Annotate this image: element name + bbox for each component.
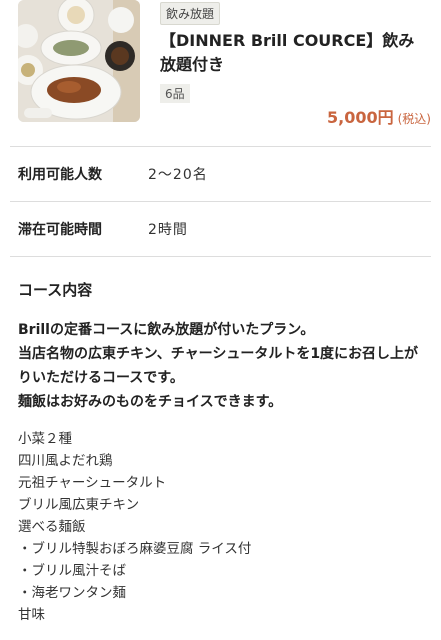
menu-item: 元祖チャーシュータルト: [18, 475, 167, 491]
description-line: 当店名物の広東チキン、チャーシュータルトを1度にお召し上がりいただけるコースです…: [18, 346, 419, 386]
party-size-label: 利用可能人数: [18, 167, 102, 183]
divider: [10, 256, 431, 257]
tax-note: (税込): [397, 112, 431, 126]
menu-list: 小菜２種 四川風よだれ鶏 元祖チャーシュータルト ブリル風広東チキン 選べる麺飯…: [18, 428, 431, 626]
stay-time-value: 2時間: [148, 222, 188, 238]
menu-item: ・ブリル風汁そば: [18, 563, 126, 579]
description-line: 麺飯はお好みのものをチョイスできます。: [18, 394, 283, 410]
info-row-party-size: 利用可能人数 2〜20名: [0, 147, 441, 201]
menu-item: ・海老ワンタン麺: [18, 585, 126, 601]
course-price: 5,000円 (税込): [327, 104, 431, 128]
course-contents-section: コース内容 Brillの定番コースに飲み放題が付いたプラン。 当店名物の広東チキ…: [0, 279, 441, 626]
menu-item: ・ブリル特製おぼろ麻婆豆腐 ライス付: [18, 541, 252, 557]
menu-item: 小菜２種: [18, 431, 72, 447]
party-size-value: 2〜20名: [148, 167, 208, 183]
course-title[interactable]: 【DINNER Brill COURCE】飲み放題付き: [160, 29, 430, 77]
course-description: Brillの定番コースに飲み放題が付いたプラン。 当店名物の広東チキン、チャーシ…: [18, 318, 431, 414]
menu-item: 選べる麺飯: [18, 519, 86, 535]
stay-time-label: 滞在可能時間: [18, 222, 102, 238]
description-line: Brillの定番コースに飲み放題が付いたプラン。: [18, 322, 315, 338]
menu-item: ブリル風広東チキン: [18, 497, 140, 513]
info-row-stay-time: 滞在可能時間 2時間: [0, 202, 441, 256]
price-amount: 5,000円: [327, 108, 394, 127]
all-you-can-drink-tag: 飲み放題: [160, 2, 221, 25]
course-photo: [18, 0, 140, 122]
section-title: コース内容: [18, 281, 93, 299]
dish-count-badge: 6品: [160, 84, 190, 103]
course-card[interactable]: 飲み放題 【DINNER Brill COURCE】飲み放題付き 6品 5,00…: [0, 0, 441, 146]
menu-item: 甘味: [18, 607, 45, 623]
food-photo-illustration: [18, 0, 140, 122]
menu-item: 四川風よだれ鶏: [18, 453, 113, 469]
